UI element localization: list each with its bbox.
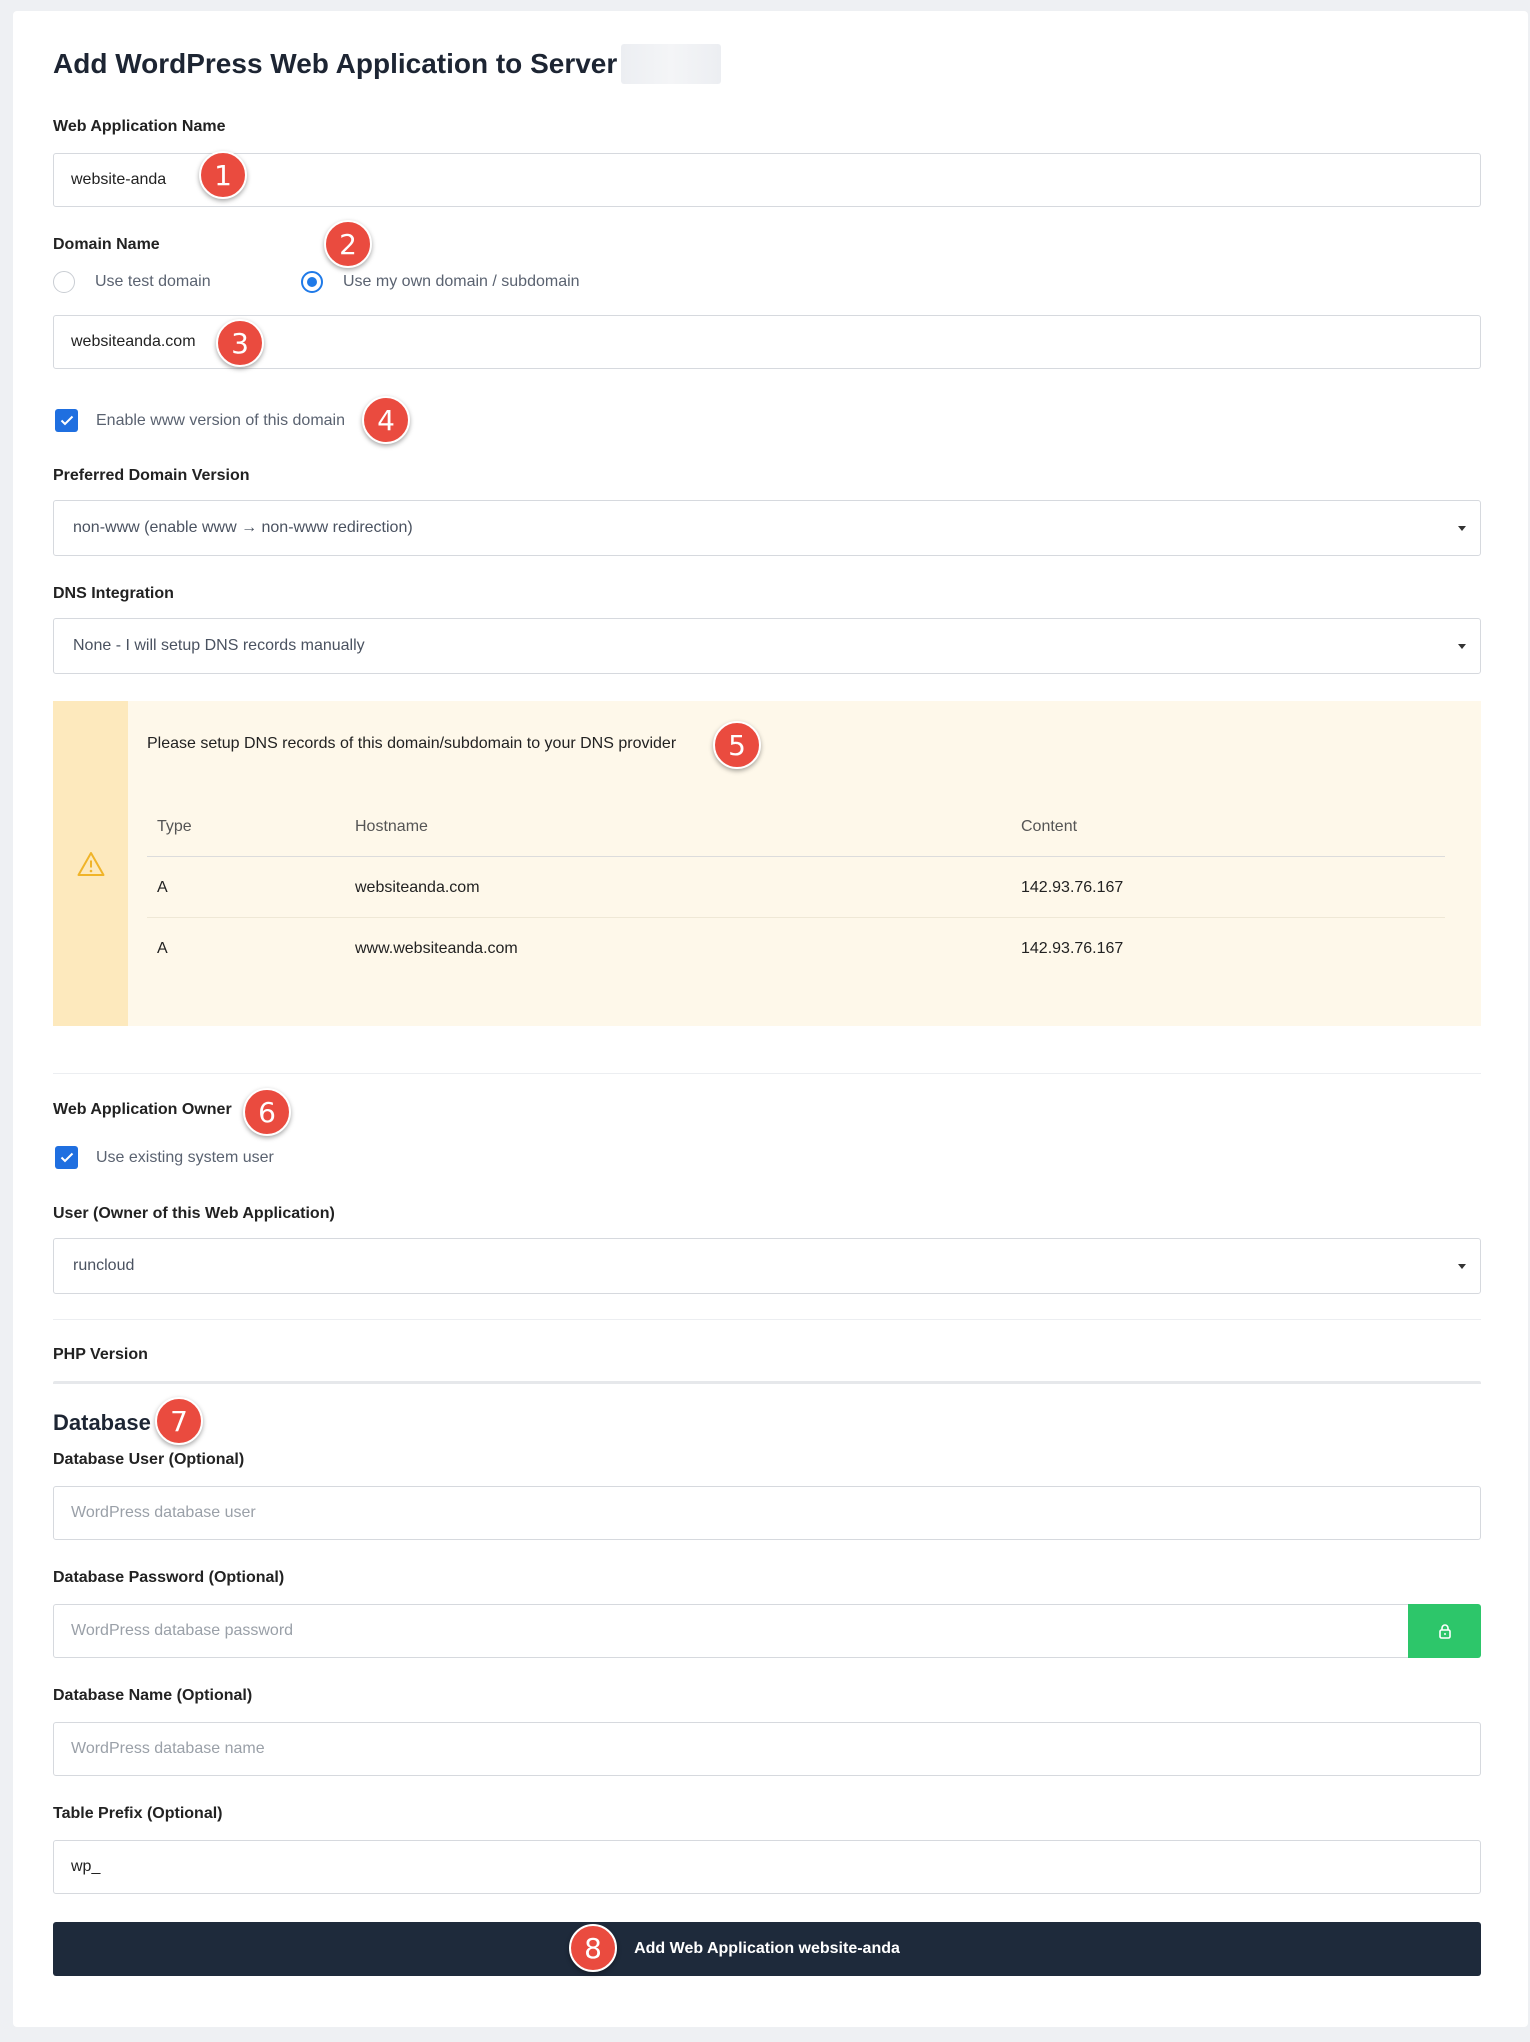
chevron-down-icon [1458,644,1466,649]
header-content: Content [1021,817,1078,835]
annotation-badge: 2 [324,220,372,268]
domain-name-label: Domain Name [53,236,160,253]
record-type: A [157,939,168,957]
db-name-input[interactable]: WordPress database name [53,1722,1481,1776]
annotation-badge: 6 [243,1088,291,1136]
notice-side-bar [53,701,128,1026]
db-user-label: Database User (Optional) [53,1451,245,1468]
radio-test-domain-circle[interactable] [53,271,75,293]
database-heading: Database [53,1410,151,1435]
lock-icon [1438,1624,1451,1639]
generate-password-button[interactable] [1408,1604,1481,1658]
table-row: A websiteanda.com 142.93.76.167 [147,857,1445,918]
server-name-redacted [621,44,722,84]
annotation-badge: 7 [155,1397,203,1445]
table-header: Type Hostname Content [147,796,1445,857]
annotation-badge: 4 [362,396,410,444]
add-web-application-button[interactable]: Add Web Application website-anda [53,1922,1481,1976]
owner-label: Web Application Owner [53,1101,232,1118]
record-type: A [157,878,168,896]
chevron-down-icon [1458,1264,1466,1269]
owner-user-value: runcloud [73,1257,135,1274]
enable-www-checkbox[interactable] [55,409,78,432]
dns-integration-select[interactable]: None - I will setup DNS records manually [53,618,1481,674]
record-hostname: websiteanda.com [355,878,480,896]
chevron-down-icon [1458,526,1466,531]
annotation-badge: 1 [199,151,247,199]
section-divider [53,1073,1481,1074]
radio-own-domain-label: Use my own domain / subdomain [343,273,580,290]
header-type: Type [157,817,192,835]
annotation-badge: 3 [216,319,264,367]
checkmark-icon [60,1152,73,1163]
page-title-text: Add WordPress Web Application to Server [53,48,618,79]
radio-own-domain[interactable]: Use my own domain / subdomain [301,271,580,293]
annotation-badge: 5 [713,721,761,769]
section-divider [53,1319,1481,1320]
app-name-input[interactable]: website-anda [53,153,1481,207]
db-password-input[interactable]: WordPress database password [53,1604,1409,1658]
page-title: Add WordPress Web Application to Server [53,44,722,84]
app-name-label: Web Application Name [53,118,226,135]
radio-test-domain[interactable]: Use test domain [53,271,211,293]
dns-notice-message: Please setup DNS records of this domain/… [147,735,677,752]
dns-records-table: Type Hostname Content A websiteanda.com … [147,796,1445,979]
table-prefix-input[interactable]: wp_ [53,1840,1481,1894]
php-version-label: PHP Version [53,1346,148,1363]
use-existing-user-row[interactable]: Use existing system user [55,1146,274,1169]
use-existing-user-checkbox[interactable] [55,1146,78,1169]
table-row: A www.websiteanda.com 142.93.76.167 [147,918,1445,979]
enable-www-label: Enable www version of this domain [96,411,346,429]
preferred-domain-value: non-www (enable www → non-www redirectio… [73,519,413,536]
dns-integration-label: DNS Integration [53,585,174,602]
record-content: 142.93.76.167 [1021,939,1124,957]
checkmark-icon [60,415,73,426]
php-version-select-edge[interactable] [53,1381,1481,1384]
annotation-badge: 8 [569,1924,617,1972]
db-user-input[interactable]: WordPress database user [53,1486,1481,1540]
radio-test-domain-label: Use test domain [95,273,211,290]
owner-user-label: User (Owner of this Web Application) [53,1205,335,1222]
dns-notice: Please setup DNS records of this domain/… [53,701,1481,1026]
use-existing-user-label: Use existing system user [96,1148,274,1166]
dns-integration-value: None - I will setup DNS records manually [73,637,365,654]
header-hostname: Hostname [355,817,428,835]
record-content: 142.93.76.167 [1021,878,1124,896]
table-prefix-label: Table Prefix (Optional) [53,1805,223,1822]
record-hostname: www.websiteanda.com [355,939,518,957]
owner-user-select[interactable]: runcloud [53,1238,1481,1294]
enable-www-checkbox-row[interactable]: Enable www version of this domain [55,409,345,432]
preferred-domain-label: Preferred Domain Version [53,467,250,484]
warning-icon [77,851,104,876]
radio-own-domain-circle[interactable] [301,271,323,293]
db-name-label: Database Name (Optional) [53,1687,253,1704]
domain-input[interactable]: websiteanda.com [53,315,1481,369]
db-password-label: Database Password (Optional) [53,1569,285,1586]
preferred-domain-select[interactable]: non-www (enable www → non-www redirectio… [53,500,1481,556]
